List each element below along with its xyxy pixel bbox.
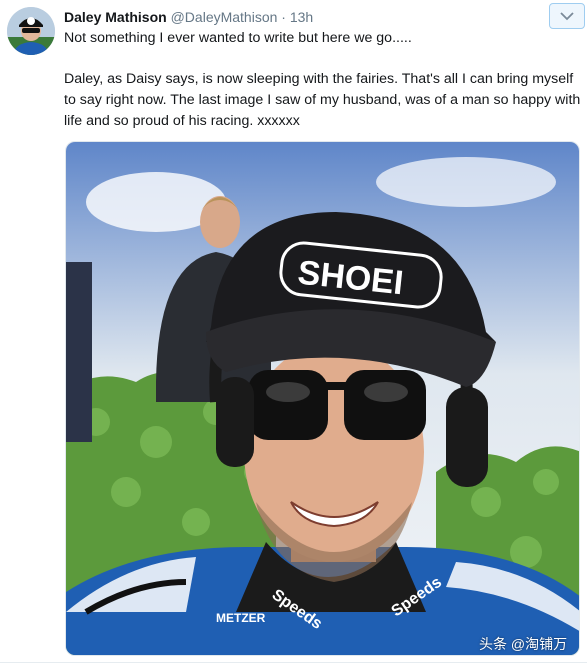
author-name[interactable]: Daley Mathison bbox=[64, 9, 167, 25]
tweet-header: Daley Mathison @DaleyMathison · 13h bbox=[64, 9, 313, 25]
tweet-time[interactable]: 13h bbox=[290, 9, 313, 25]
divider bbox=[0, 662, 587, 663]
suit-sponsor: METZER bbox=[216, 611, 266, 625]
chevron-down-icon bbox=[560, 11, 574, 21]
headphones bbox=[216, 377, 254, 467]
author-handle[interactable]: @DaleyMathison bbox=[171, 9, 278, 25]
separator: · bbox=[281, 9, 286, 25]
avatar[interactable] bbox=[7, 7, 55, 55]
tweet-text-line: Daley, as Daisy says, is now sleeping wi… bbox=[64, 71, 574, 87]
tweet-photo[interactable]: Speeds Speeds METZER SHOEI bbox=[65, 141, 580, 656]
sunglasses bbox=[248, 370, 328, 440]
tweet-text-line: to say right now. The last image I saw o… bbox=[64, 92, 581, 108]
watermark: 头条 @淘铺万 bbox=[479, 636, 568, 652]
tweet: Daley Mathison @DaleyMathison · 13h Not … bbox=[0, 0, 587, 667]
tweet-text-line: life and so proud of his racing. xxxxxx bbox=[64, 113, 300, 129]
tweet-text-line: Not something I ever wanted to write but… bbox=[64, 30, 412, 46]
more-options-button[interactable] bbox=[549, 3, 585, 29]
